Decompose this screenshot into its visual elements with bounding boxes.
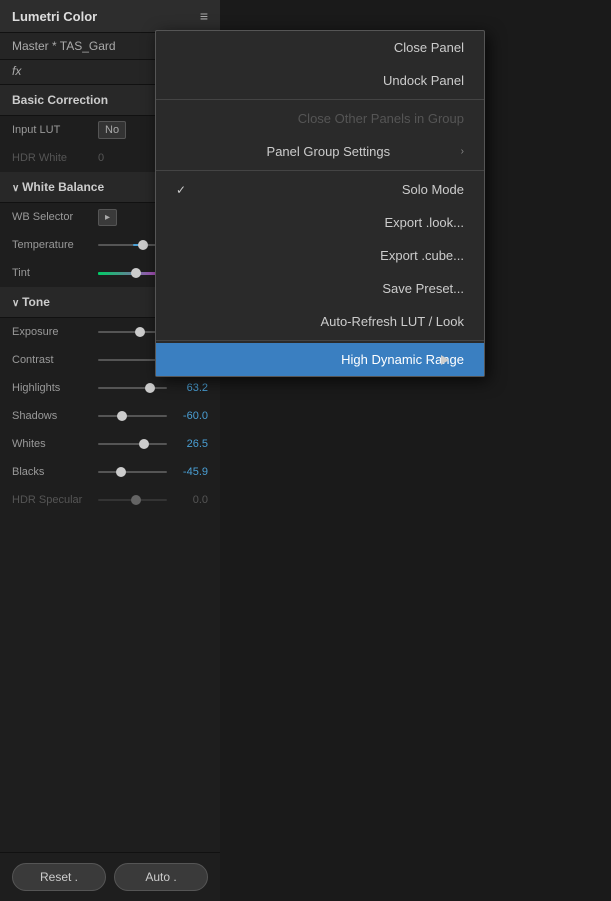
- menu-item-close-panel[interactable]: Close Panel: [156, 31, 484, 64]
- reset-button[interactable]: Reset .: [12, 863, 106, 891]
- menu-item-export-cube[interactable]: Export .cube...: [156, 239, 484, 272]
- input-lut-label: Input LUT: [12, 124, 92, 136]
- menu-item-label-auto-refresh-lut: Auto-Refresh LUT / Look: [320, 314, 464, 329]
- auto-button[interactable]: Auto .: [114, 863, 208, 891]
- context-menu: Close Panel Undock Panel Close Other Panel…: [155, 30, 485, 377]
- hdr-white-label: HDR White: [12, 152, 92, 164]
- menu-item-label-solo-mode: Solo Mode: [402, 182, 464, 197]
- hdr-specular-row: HDR Specular 0.0: [0, 486, 220, 514]
- wb-selector-label: WB Selector: [12, 211, 92, 223]
- menu-item-export-look[interactable]: Export .look...: [156, 206, 484, 239]
- hdr-white-value: 0: [98, 152, 104, 164]
- blacks-value: -45.9: [173, 466, 208, 478]
- temperature-label: Temperature: [12, 239, 92, 251]
- menu-separator-3: [156, 340, 484, 341]
- menu-item-label-export-look: Export .look...: [385, 215, 464, 230]
- panel-menu-button[interactable]: ≡: [200, 8, 208, 24]
- basic-correction-label: Basic Correction: [12, 93, 108, 107]
- panel-title: Lumetri Color: [12, 9, 97, 24]
- menu-item-label-export-cube: Export .cube...: [380, 248, 464, 263]
- menu-item-label-undock-panel: Undock Panel: [383, 73, 464, 88]
- menu-item-label-panel-group-settings: Panel Group Settings: [267, 144, 391, 159]
- shadows-label: Shadows: [12, 410, 92, 422]
- menu-item-panel-group-settings[interactable]: Panel Group Settings ›: [156, 135, 484, 168]
- shadows-row: Shadows -60.0: [0, 402, 220, 430]
- shadows-slider[interactable]: [98, 415, 167, 417]
- panel-header: Lumetri Color ≡: [0, 0, 220, 33]
- tint-label: Tint: [12, 267, 92, 279]
- submenu-arrow-icon: ›: [461, 146, 464, 157]
- menu-item-label-close-panel: Close Panel: [394, 40, 464, 55]
- whites-slider[interactable]: [98, 443, 167, 445]
- tone-label: Tone: [22, 295, 50, 309]
- cursor-indicator: [441, 355, 449, 365]
- highlights-row: Highlights 63.2: [0, 374, 220, 402]
- whites-label: Whites: [12, 438, 92, 450]
- menu-item-close-other-panels: Close Other Panels in Group: [156, 102, 484, 135]
- hdr-specular-value: 0.0: [173, 494, 208, 506]
- highlights-slider[interactable]: [98, 387, 167, 389]
- highlights-label: Highlights: [12, 382, 92, 394]
- menu-separator-1: [156, 99, 484, 100]
- menu-item-high-dynamic-range[interactable]: High Dynamic Range: [156, 343, 484, 376]
- highlights-value: 63.2: [173, 382, 208, 394]
- menu-separator-2: [156, 170, 484, 171]
- blacks-slider[interactable]: [98, 471, 167, 473]
- hdr-specular-label: HDR Specular: [12, 494, 92, 506]
- blacks-row: Blacks -45.9: [0, 458, 220, 486]
- hdr-specular-slider: [98, 499, 167, 501]
- white-balance-label: White Balance: [22, 180, 104, 194]
- menu-item-label-close-other-panels: Close Other Panels in Group: [298, 111, 464, 126]
- exposure-label: Exposure: [12, 326, 92, 338]
- wb-selector-button[interactable]: ▸: [98, 209, 117, 226]
- contrast-label: Contrast: [12, 354, 92, 366]
- menu-item-label-save-preset: Save Preset...: [382, 281, 464, 296]
- menu-item-auto-refresh-lut[interactable]: Auto-Refresh LUT / Look: [156, 305, 484, 338]
- menu-item-solo-mode[interactable]: Solo Mode: [156, 173, 484, 206]
- menu-item-save-preset[interactable]: Save Preset...: [156, 272, 484, 305]
- whites-row: Whites 26.5: [0, 430, 220, 458]
- bottom-buttons: Reset . Auto .: [0, 852, 220, 901]
- blacks-label: Blacks: [12, 466, 92, 478]
- menu-item-undock-panel[interactable]: Undock Panel: [156, 64, 484, 97]
- shadows-value: -60.0: [173, 410, 208, 422]
- whites-value: 26.5: [173, 438, 208, 450]
- input-lut-value[interactable]: No: [98, 121, 126, 139]
